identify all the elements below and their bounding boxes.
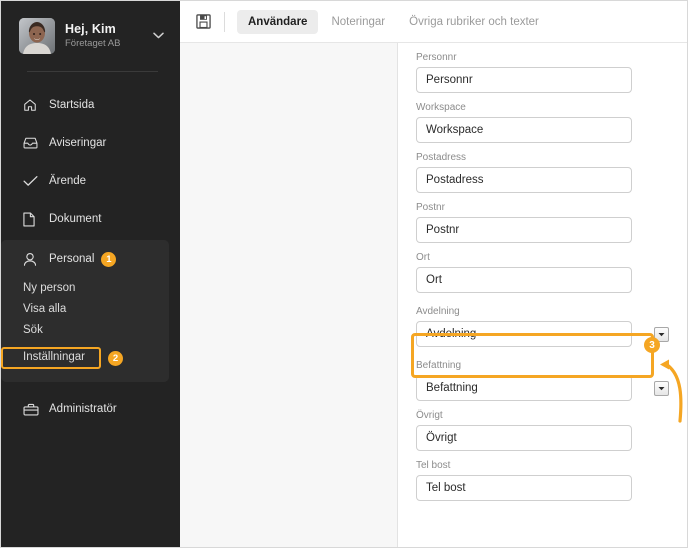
app-window: Hej, Kim Företaget AB Startsida Aviserin… bbox=[0, 0, 688, 548]
form-field-befattning: Befattning Befattning bbox=[416, 360, 669, 401]
sidebar-subitem-label: Ny person bbox=[23, 282, 76, 294]
form-field-ovrigt: Övrigt Övrigt bbox=[416, 410, 645, 451]
avatar bbox=[19, 18, 55, 54]
personnr-input[interactable]: Personnr bbox=[416, 67, 632, 93]
profile-org: Företaget AB bbox=[65, 37, 121, 49]
sidebar-item-label: Administratör bbox=[49, 403, 117, 415]
sidebar-subitem-label: Sök bbox=[23, 324, 43, 336]
sidebar-item-label: Aviseringar bbox=[49, 137, 107, 149]
sidebar-subitem-sok[interactable]: Sök bbox=[1, 320, 169, 341]
field-label: Ort bbox=[416, 252, 430, 263]
content-area: Personnr Personnr Workspace Workspace Po… bbox=[180, 43, 687, 547]
toolbox-icon bbox=[23, 403, 45, 416]
profile-name: Hej, Kim bbox=[65, 22, 116, 37]
sidebar-item-dokument[interactable]: Dokument bbox=[1, 200, 180, 238]
sidebar-item-administrator[interactable]: Administratör bbox=[1, 390, 180, 428]
sidebar-subitem-ny-person[interactable]: Ny person bbox=[1, 278, 169, 299]
profile-header[interactable]: Hej, Kim Företaget AB bbox=[1, 1, 180, 57]
sidebar-item-label: Startsida bbox=[49, 99, 95, 111]
main-area: Användare Noteringar Övriga rubriker och… bbox=[180, 1, 687, 547]
document-icon bbox=[23, 211, 45, 227]
chevron-down-icon[interactable] bbox=[153, 30, 166, 42]
field-label: Befattning bbox=[416, 360, 462, 371]
form-field-postadress: Postadress Postadress bbox=[416, 152, 645, 193]
befattning-dropdown-button[interactable] bbox=[654, 381, 669, 396]
sidebar-item-label: Personal bbox=[49, 253, 95, 265]
avdelning-input[interactable]: Avdelning bbox=[416, 321, 632, 347]
person-icon bbox=[23, 252, 45, 267]
tab-ovriga-rubriker[interactable]: Övriga rubriker och texter bbox=[398, 10, 550, 34]
step-badge-3: 3 bbox=[644, 337, 660, 353]
befattning-input[interactable]: Befattning bbox=[416, 375, 632, 401]
field-label: Workspace bbox=[416, 102, 466, 113]
field-label: Tel bost bbox=[416, 460, 451, 471]
sidebar-subitem-label: Inställningar bbox=[23, 351, 86, 364]
form-scroll-container: Personnr Personnr Workspace Workspace Po… bbox=[416, 43, 669, 510]
form-field-ort: Ort Ort bbox=[416, 252, 645, 293]
sidebar-divider bbox=[27, 71, 158, 72]
tab-noteringar[interactable]: Noteringar bbox=[320, 10, 396, 34]
ovrigt-input[interactable]: Övrigt bbox=[416, 425, 632, 451]
field-label: Avdelning bbox=[416, 306, 460, 317]
sidebar-item-label: Dokument bbox=[49, 213, 102, 225]
tel-bost-input[interactable]: Tel bost bbox=[416, 475, 632, 501]
sidebar-nav: Startsida Aviseringar Ärende Dokument Pe… bbox=[1, 86, 180, 428]
form-field-avdelning: Avdelning Avdelning bbox=[416, 306, 669, 347]
inbox-icon bbox=[23, 136, 45, 150]
field-label: Personnr bbox=[416, 52, 457, 63]
sidebar-subitem-visa-alla[interactable]: Visa alla bbox=[1, 299, 169, 320]
form-field-postnr: Postnr Postnr bbox=[416, 202, 645, 243]
sidebar-item-personal[interactable]: Personal 1 bbox=[1, 240, 169, 278]
sidebar-subitem-installningar[interactable]: Inställningar bbox=[1, 347, 102, 369]
sidebar-subitem-label: Visa alla bbox=[23, 303, 67, 315]
postadress-input[interactable]: Postadress bbox=[416, 167, 632, 193]
field-label: Övrigt bbox=[416, 410, 443, 421]
sidebar: Hej, Kim Företaget AB Startsida Aviserin… bbox=[1, 1, 180, 547]
sidebar-subitem-installningar-row: Inställningar 2 bbox=[1, 344, 169, 372]
form-field-personnr: Personnr Personnr bbox=[416, 52, 645, 93]
form-field-tel-bost: Tel bost Tel bost bbox=[416, 460, 645, 501]
toolbar-separator bbox=[224, 11, 225, 32]
save-floppy-icon[interactable] bbox=[192, 11, 214, 33]
user-photo-icon bbox=[19, 18, 55, 54]
sidebar-item-startsida[interactable]: Startsida bbox=[1, 86, 180, 124]
step-badge-2: 2 bbox=[108, 350, 124, 366]
sidebar-item-aviseringar[interactable]: Aviseringar bbox=[1, 124, 180, 162]
field-label: Postadress bbox=[416, 152, 467, 163]
check-icon bbox=[23, 175, 45, 187]
ort-input[interactable]: Ort bbox=[416, 267, 632, 293]
sidebar-item-arende[interactable]: Ärende bbox=[1, 162, 180, 200]
workspace-input[interactable]: Workspace bbox=[416, 117, 632, 143]
tab-anvandare[interactable]: Användare bbox=[237, 9, 319, 34]
postnr-input[interactable]: Postnr bbox=[416, 217, 632, 243]
form-field-workspace: Workspace Workspace bbox=[416, 102, 645, 143]
home-icon bbox=[23, 98, 45, 112]
field-label: Postnr bbox=[416, 202, 445, 213]
sidebar-group-personal: Personal 1 Ny person Visa alla Sök Instä… bbox=[1, 240, 169, 382]
profile-text: Hej, Kim Företaget AB bbox=[65, 22, 153, 49]
toolbar: Användare Noteringar Övriga rubriker och… bbox=[180, 1, 687, 43]
tab-bar: Användare Noteringar Övriga rubriker och… bbox=[237, 9, 550, 34]
form-pane: Personnr Personnr Workspace Workspace Po… bbox=[398, 43, 687, 547]
left-empty-pane bbox=[180, 43, 398, 547]
sidebar-item-label: Ärende bbox=[49, 175, 87, 187]
step-badge-1: 1 bbox=[101, 251, 117, 267]
